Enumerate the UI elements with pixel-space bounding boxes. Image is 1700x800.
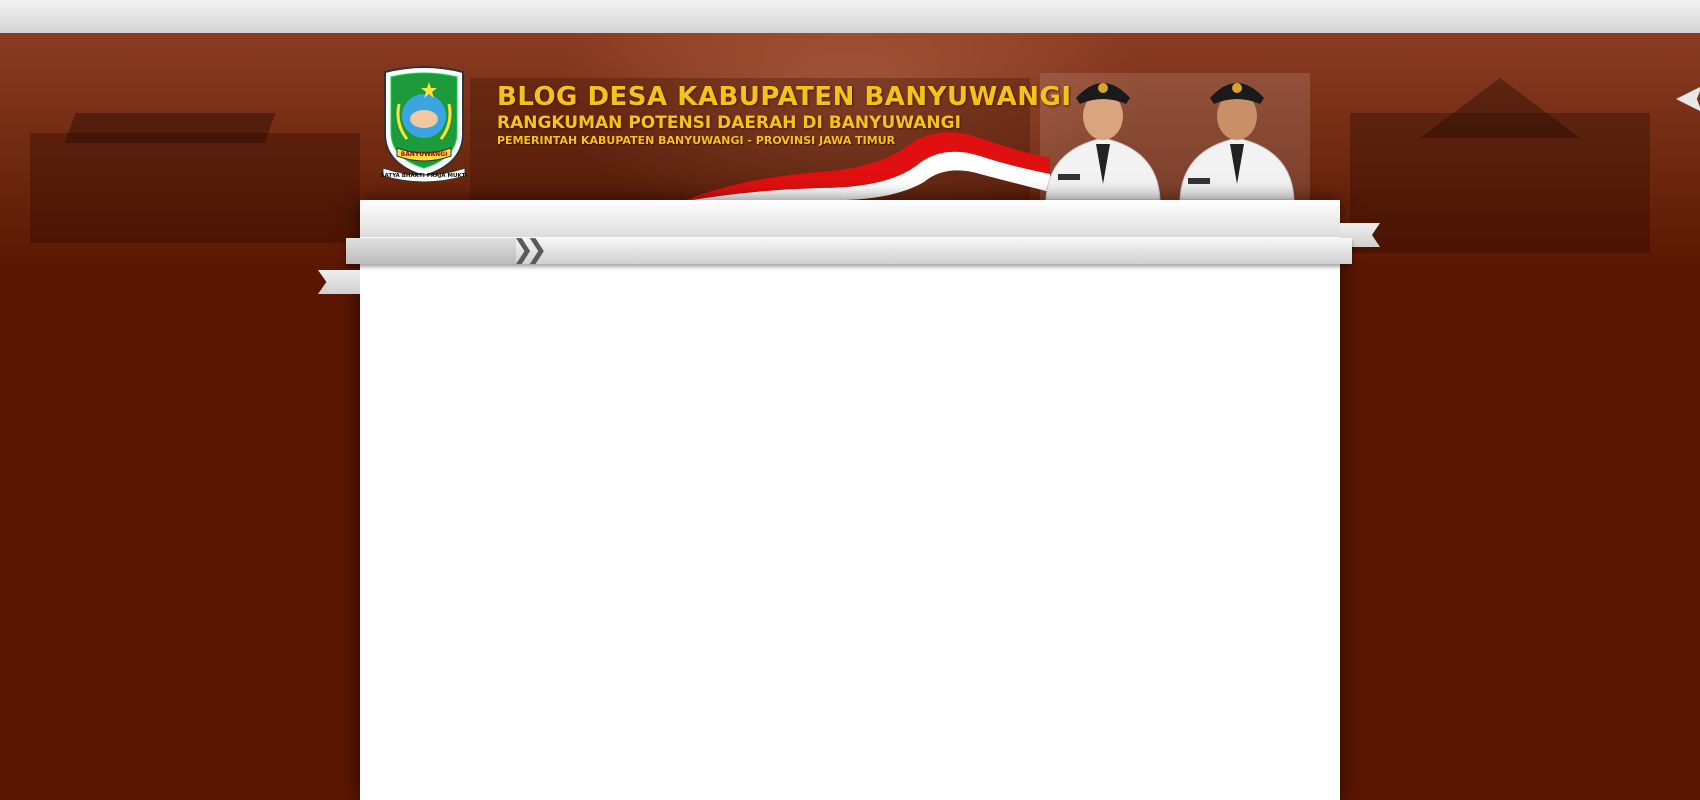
content-header-strip — [360, 200, 1340, 237]
building-silhouette-left — [30, 133, 360, 243]
official-portrait-left — [1045, 83, 1161, 200]
navigation-bar[interactable]: ❯❯ — [346, 237, 1352, 264]
double-chevron-right-icon[interactable]: ❯❯ — [512, 237, 547, 263]
indonesian-flag-wave — [680, 132, 1050, 202]
ribbon-tail-left — [318, 270, 360, 294]
site-title[interactable]: BLOG DESA KABUPATEN BANYUWANGI — [497, 82, 1072, 112]
roof-silhouette-left — [64, 113, 276, 143]
browser-top-bar — [0, 0, 1700, 34]
banyuwangi-crest-logo[interactable]: BANYUWANGI SATYA BHAKTI PRAJA MUKTI — [377, 64, 471, 186]
navigation-bar-left-segment — [346, 238, 516, 264]
roof-silhouette-right — [1420, 78, 1580, 138]
logo-banner-text: BANYUWANGI — [401, 151, 448, 158]
logo-motto-text: SATYA BHAKTI PRAJA MUKTI — [381, 173, 468, 179]
main-content-area — [360, 200, 1340, 800]
official-portrait-right — [1179, 83, 1295, 200]
